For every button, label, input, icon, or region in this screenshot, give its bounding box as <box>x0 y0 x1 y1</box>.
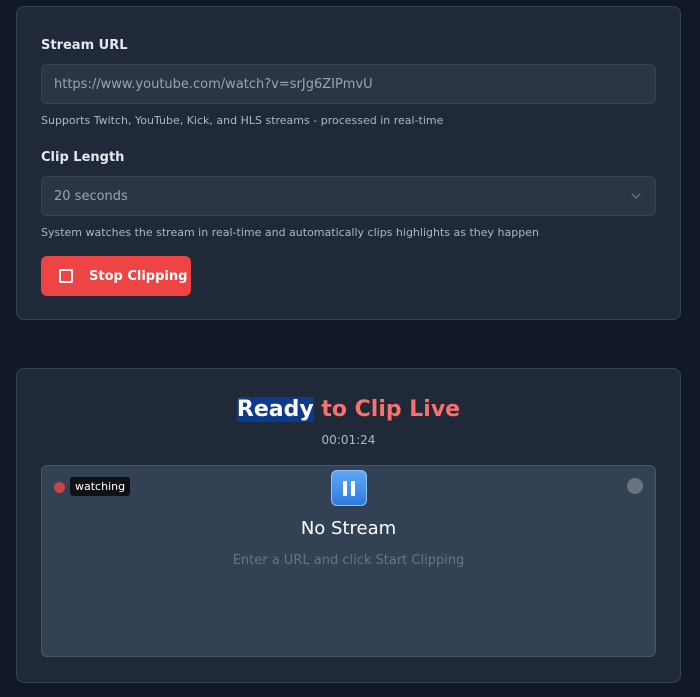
clip-length-value: 20 seconds <box>54 188 128 204</box>
title-highlighted-word: Ready <box>236 397 314 422</box>
no-stream-subtitle: Enter a URL and click Start Clipping <box>232 553 465 568</box>
stop-square-icon <box>59 269 73 283</box>
recording-dot-icon <box>54 482 65 493</box>
stream-url-label: Stream URL <box>41 38 128 53</box>
live-clip-card: Ready to Clip Live 00:01:24 watching No … <box>16 368 681 683</box>
stop-clipping-button[interactable]: Stop Clipping <box>41 256 191 296</box>
live-clip-title: Ready to Clip Live <box>17 397 680 422</box>
chevron-down-icon <box>631 193 641 199</box>
elapsed-timer: 00:01:24 <box>321 433 376 447</box>
pause-bar-left <box>343 481 347 496</box>
stream-url-input[interactable]: https://www.youtube.com/watch?v=srJg6ZIP… <box>41 64 656 104</box>
stream-preview: watching No Stream Enter a URL and click… <box>41 465 656 657</box>
clip-length-select[interactable]: 20 seconds <box>41 176 656 216</box>
stream-url-value: https://www.youtube.com/watch?v=srJg6ZIP… <box>54 76 373 92</box>
pause-bar-right <box>351 481 355 496</box>
clip-length-label: Clip Length <box>41 150 125 165</box>
clip-length-hint: System watches the stream in real-time a… <box>41 226 539 239</box>
stop-clipping-label: Stop Clipping <box>89 268 188 284</box>
title-rest: to Clip Live <box>313 397 461 422</box>
clip-settings-card: Stream URL https://www.youtube.com/watch… <box>16 6 681 320</box>
pause-icon[interactable] <box>331 470 367 506</box>
watching-badge: watching <box>70 477 131 496</box>
no-stream-heading: No Stream <box>300 518 397 539</box>
stream-url-hint: Supports Twitch, YouTube, Kick, and HLS … <box>41 114 444 127</box>
status-indicator-icon <box>627 478 643 494</box>
